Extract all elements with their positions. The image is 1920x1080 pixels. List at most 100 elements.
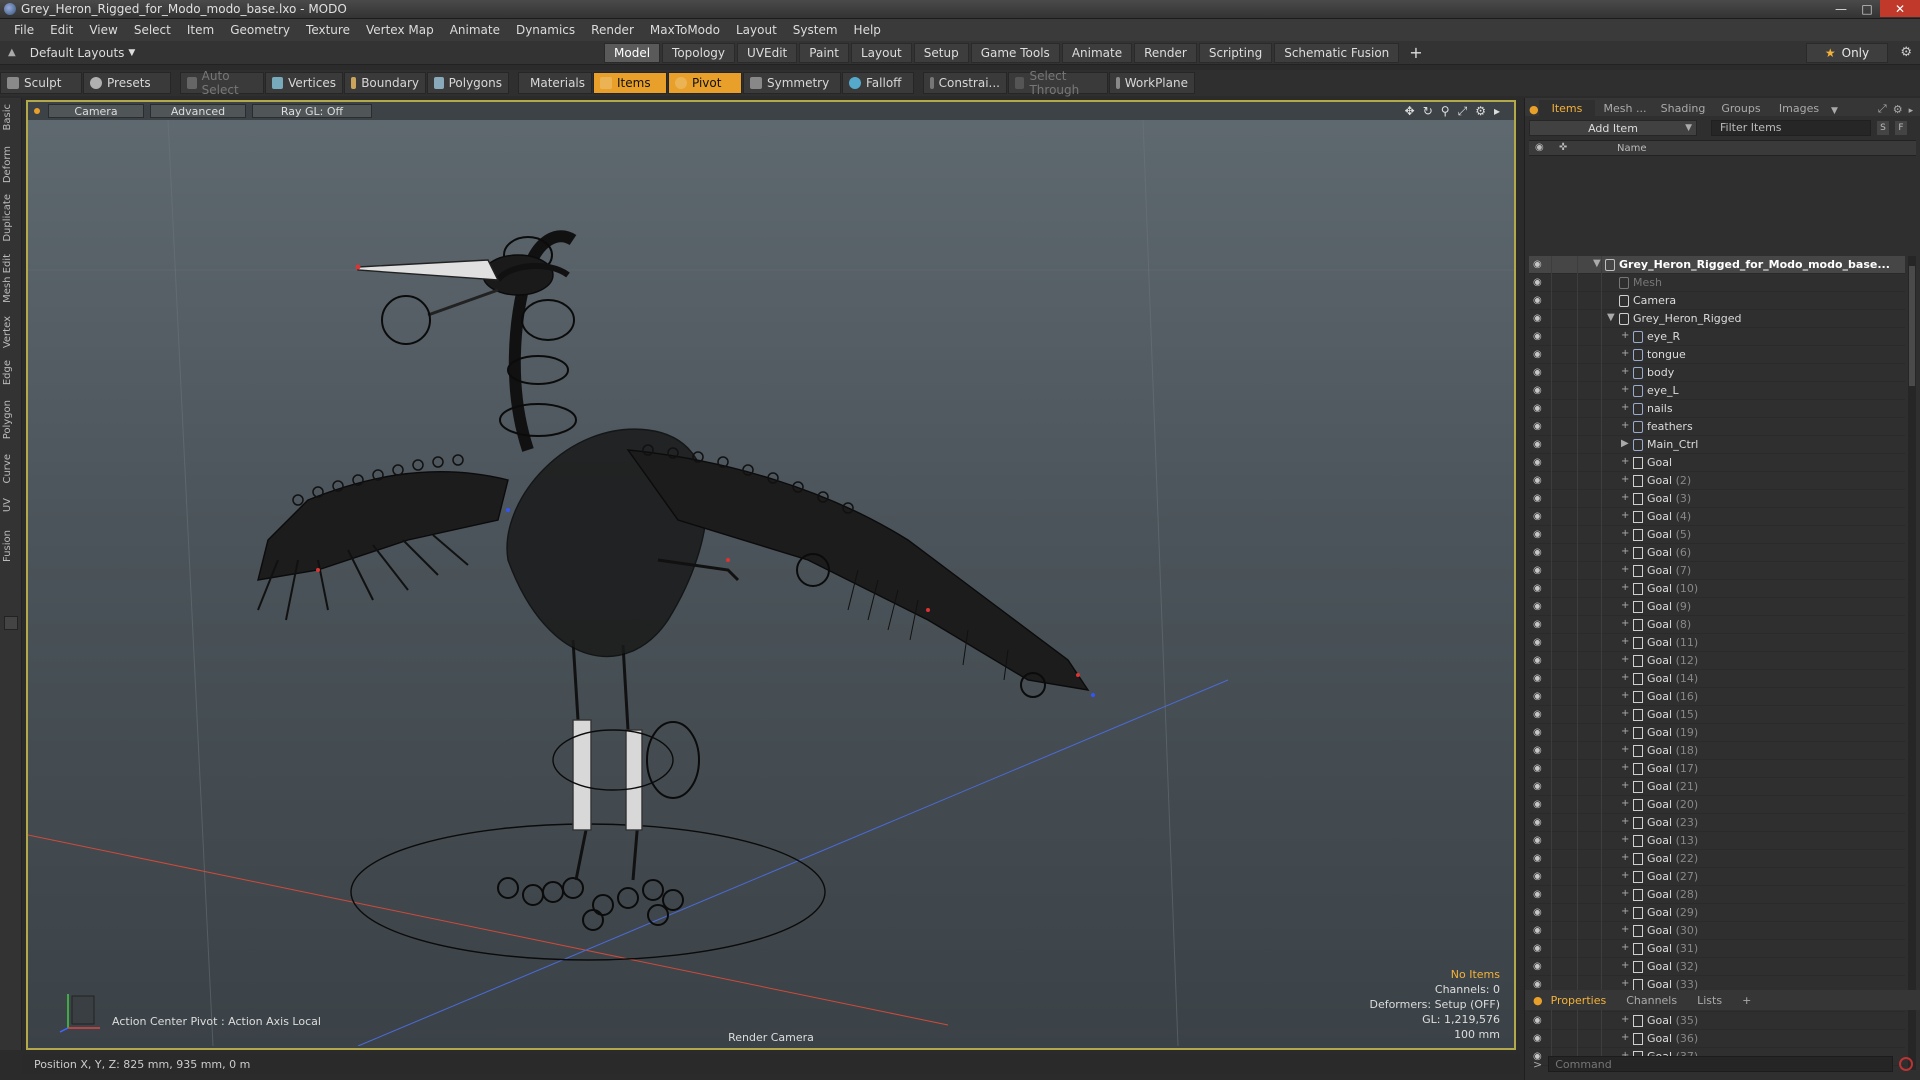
tab-game-tools[interactable]: Game Tools [970,43,1060,63]
vertices-button[interactable]: Vertices [265,72,343,94]
expand-toggle-icon[interactable]: + [1621,528,1629,539]
expand-toggle-icon[interactable]: + [1621,474,1629,485]
maximize-icon[interactable]: □ [1854,0,1880,17]
advanced-button[interactable]: Advanced [150,104,246,118]
presets-button[interactable]: Presets [83,72,171,94]
menu-file[interactable]: File [6,23,42,37]
tree-row[interactable]: ◉ + Goal (36) [1529,1030,1905,1048]
tree-row[interactable]: ◉ + Goal (19) [1529,724,1905,742]
expand-toggle-icon[interactable]: + [1621,420,1629,431]
tab-uvedit[interactable]: UVEdit [737,43,798,63]
menu-layout[interactable]: Layout [728,23,785,37]
menu-vertex-map[interactable]: Vertex Map [358,23,442,37]
tree-row[interactable]: ◉ ▼ Grey_Heron_Rigged [1529,310,1905,328]
visibility-eye-icon[interactable]: ◉ [1533,925,1547,937]
constraints-button[interactable]: Constrai... [923,72,1007,94]
tree-row[interactable]: ◉ + Goal (31) [1529,940,1905,958]
visibility-eye-icon[interactable]: ◉ [1533,295,1547,307]
expand-toggle-icon[interactable]: + [1621,1032,1629,1043]
expand-toggle-icon[interactable]: + [1621,942,1629,953]
visibility-eye-icon[interactable]: ◉ [1533,511,1547,523]
visibility-eye-icon[interactable]: ◉ [1533,817,1547,829]
tab-setup[interactable]: Setup [913,43,969,63]
visibility-eye-icon[interactable]: ◉ [1533,691,1547,703]
expand-toggle-icon[interactable]: + [1621,1014,1629,1025]
expand-toggle-icon[interactable]: + [1621,690,1629,701]
expand-toggle-icon[interactable]: + [1621,870,1629,881]
expand-toggle-icon[interactable]: + [1621,492,1629,503]
menu-help[interactable]: Help [846,23,889,37]
expand-toggle-icon[interactable]: ▶ [1621,438,1629,449]
visibility-eye-icon[interactable]: ◉ [1533,583,1547,595]
arrow-up-icon[interactable]: ▲ [8,47,16,58]
visibility-eye-icon[interactable]: ◉ [1533,781,1547,793]
filter-items-input[interactable]: Filter Items [1711,120,1871,136]
layouts-dropdown[interactable]: ▲ Default Layouts ▼ [0,46,600,60]
visibility-eye-icon[interactable]: ◉ [1533,745,1547,757]
tree-row[interactable]: ◉ + Goal (4) [1529,508,1905,526]
tree-row[interactable]: ◉ + eye_L [1529,382,1905,400]
visibility-eye-icon[interactable]: ◉ [1533,907,1547,919]
menu-view[interactable]: View [81,23,125,37]
record-macro-icon[interactable] [1899,1057,1913,1071]
tree-row[interactable]: ◉ Mesh [1529,274,1905,292]
expand-toggle-icon[interactable]: + [1621,906,1629,917]
expand-toggle-icon[interactable]: + [1621,672,1629,683]
tree-row[interactable]: ◉ + Goal (14) [1529,670,1905,688]
expand-toggle-icon[interactable]: + [1621,960,1629,971]
tree-row[interactable]: ◉ + Goal (21) [1529,778,1905,796]
expand-toggle-icon[interactable]: + [1621,402,1629,413]
tab-groups[interactable]: Groups [1713,100,1769,116]
tree-row[interactable]: ◉ + Goal (3) [1529,490,1905,508]
tree-row[interactable]: ◉ + Goal (10) [1529,580,1905,598]
symmetry-button[interactable]: Symmetry [743,72,841,94]
rotate-view-icon[interactable]: ↻ [1423,104,1433,119]
visibility-eye-icon[interactable]: ◉ [1533,1015,1547,1027]
panel-gear-icon[interactable]: ⚙ [1893,103,1903,116]
tab-topology[interactable]: Topology [662,43,736,63]
menu-maxtomodo[interactable]: MaxToModo [642,23,728,37]
properties-menu-icon[interactable]: ● [1533,994,1543,1007]
visibility-eye-icon[interactable]: ◉ [1533,385,1547,397]
tab-scripting[interactable]: Scripting [1198,43,1273,63]
auto-select-button[interactable]: Auto Select [180,69,264,97]
tree-row[interactable]: ◉ + Goal (11) [1529,634,1905,652]
3d-viewport[interactable]: Camera Advanced Ray GL: Off ✥ ↻ ⚲ ⤢ ⚙ ▸ [26,100,1516,1050]
only-button[interactable]: ★ Only [1806,43,1888,63]
expand-toggle-icon[interactable]: + [1621,978,1629,989]
camera-button[interactable]: Camera [48,104,144,118]
tab-mesh[interactable]: Mesh ... [1597,100,1653,116]
menu-item[interactable]: Item [179,23,222,37]
add-item-button[interactable]: Add Item ▼ [1529,120,1697,136]
tree-row[interactable]: ◉ + Goal (35) [1529,1012,1905,1030]
visibility-eye-icon[interactable]: ◉ [1533,727,1547,739]
expand-toggle-icon[interactable]: + [1621,924,1629,935]
expand-toggle-icon[interactable]: + [1621,888,1629,899]
expand-toggle-icon[interactable]: + [1621,564,1629,575]
gear-icon[interactable]: ⚙ [1900,45,1912,60]
add-tab-icon[interactable]: + [1401,43,1430,63]
expand-toggle-icon[interactable]: + [1621,834,1629,845]
tree-row[interactable]: ◉ + Goal (15) [1529,706,1905,724]
vtab-duplicate[interactable]: Duplicate [2,194,20,242]
menu-geometry[interactable]: Geometry [222,23,298,37]
vtab-mesh-edit[interactable]: Mesh Edit [2,254,20,303]
visibility-eye-icon[interactable]: ◉ [1533,349,1547,361]
visibility-eye-icon[interactable]: ◉ [1533,331,1547,343]
visibility-eye-icon[interactable]: ◉ [1533,367,1547,379]
vtab-edge[interactable]: Edge [2,360,20,385]
vtab-deform[interactable]: Deform [2,146,20,183]
visibility-eye-icon[interactable]: ◉ [1533,871,1547,883]
polygons-button[interactable]: Polygons [427,72,509,94]
tree-row[interactable]: ◉ + Goal (29) [1529,904,1905,922]
expand-toggle-icon[interactable]: + [1621,600,1629,611]
vtab-fusion[interactable]: Fusion [2,530,20,562]
expand-toggle-icon[interactable]: + [1621,456,1629,467]
tree-row[interactable]: ◉ + feathers [1529,418,1905,436]
expand-toggle-icon[interactable]: + [1621,744,1629,755]
tree-row[interactable]: ◉ ▼ Grey_Heron_Rigged_for_Modo_modo_base..… [1529,256,1905,274]
chevron-down-icon[interactable]: ▼ [1831,106,1838,116]
visibility-eye-icon[interactable]: ◉ [1533,799,1547,811]
tab-model[interactable]: Model [604,43,661,63]
tree-row[interactable]: ◉ + Goal (18) [1529,742,1905,760]
